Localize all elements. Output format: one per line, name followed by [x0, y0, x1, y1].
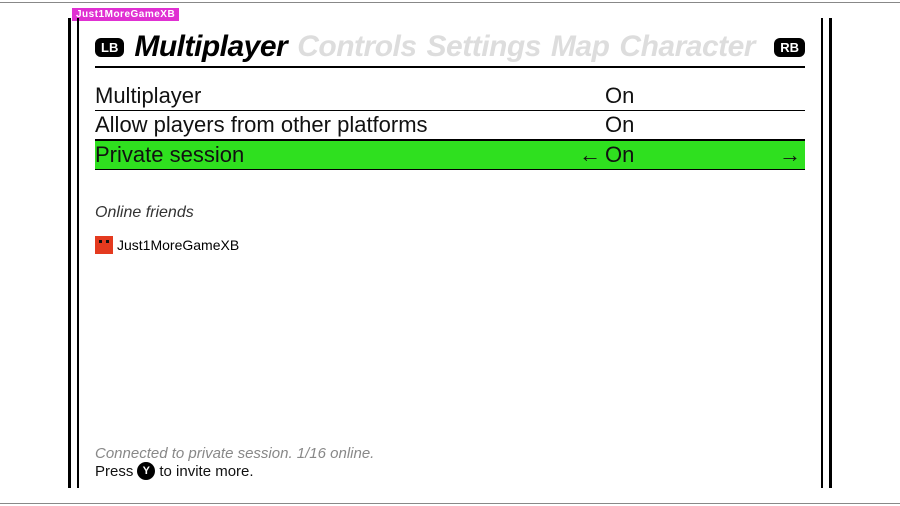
- friend-name: Just1MoreGameXB: [117, 237, 239, 253]
- setting-value: On: [605, 83, 775, 109]
- prompt-post: to invite more.: [159, 463, 253, 480]
- lb-bumper-icon[interactable]: LB: [95, 38, 124, 57]
- setting-row-multiplayer[interactable]: Multiplayer On: [95, 82, 805, 111]
- setting-label: Private session: [95, 142, 575, 168]
- tab-character[interactable]: Character: [619, 30, 755, 64]
- tab-map[interactable]: Map: [551, 30, 610, 64]
- friends-title: Online friends: [95, 204, 805, 222]
- invite-prompt: Press Y to invite more.: [95, 462, 805, 480]
- outer-border-bottom: [0, 503, 900, 504]
- setting-label: Multiplayer: [95, 83, 575, 109]
- y-button-icon[interactable]: Y: [137, 462, 155, 480]
- setting-row-crossplay[interactable]: Allow players from other platforms On: [95, 111, 805, 140]
- menu-inner: LB Multiplayer Controls Settings Map Cha…: [77, 18, 823, 488]
- tab-controls[interactable]: Controls: [297, 30, 416, 64]
- friend-entry[interactable]: Just1MoreGameXB: [95, 236, 805, 254]
- footer: Connected to private session. 1/16 onlin…: [95, 445, 805, 480]
- friend-avatar-icon: [95, 236, 113, 254]
- friends-section: Online friends Just1MoreGameXB: [95, 204, 805, 254]
- tab-settings[interactable]: Settings: [427, 30, 541, 64]
- rb-bumper-icon[interactable]: RB: [774, 38, 805, 57]
- setting-value: On: [605, 112, 775, 138]
- connection-status: Connected to private session. 1/16 onlin…: [95, 445, 805, 462]
- setting-value: On: [605, 142, 775, 168]
- arrow-right-icon[interactable]: →: [775, 142, 805, 168]
- tab-bar: LB Multiplayer Controls Settings Map Cha…: [95, 30, 805, 68]
- settings-list: Multiplayer On Allow players from other …: [95, 82, 805, 170]
- setting-row-private-session[interactable]: Private session ← On →: [95, 140, 805, 170]
- outer-border-top: [0, 2, 900, 3]
- prompt-pre: Press: [95, 463, 133, 480]
- menu-frame: LB Multiplayer Controls Settings Map Cha…: [68, 18, 832, 488]
- setting-label: Allow players from other platforms: [95, 112, 575, 138]
- tab-multiplayer[interactable]: Multiplayer: [134, 30, 287, 64]
- arrow-left-icon[interactable]: ←: [575, 142, 605, 168]
